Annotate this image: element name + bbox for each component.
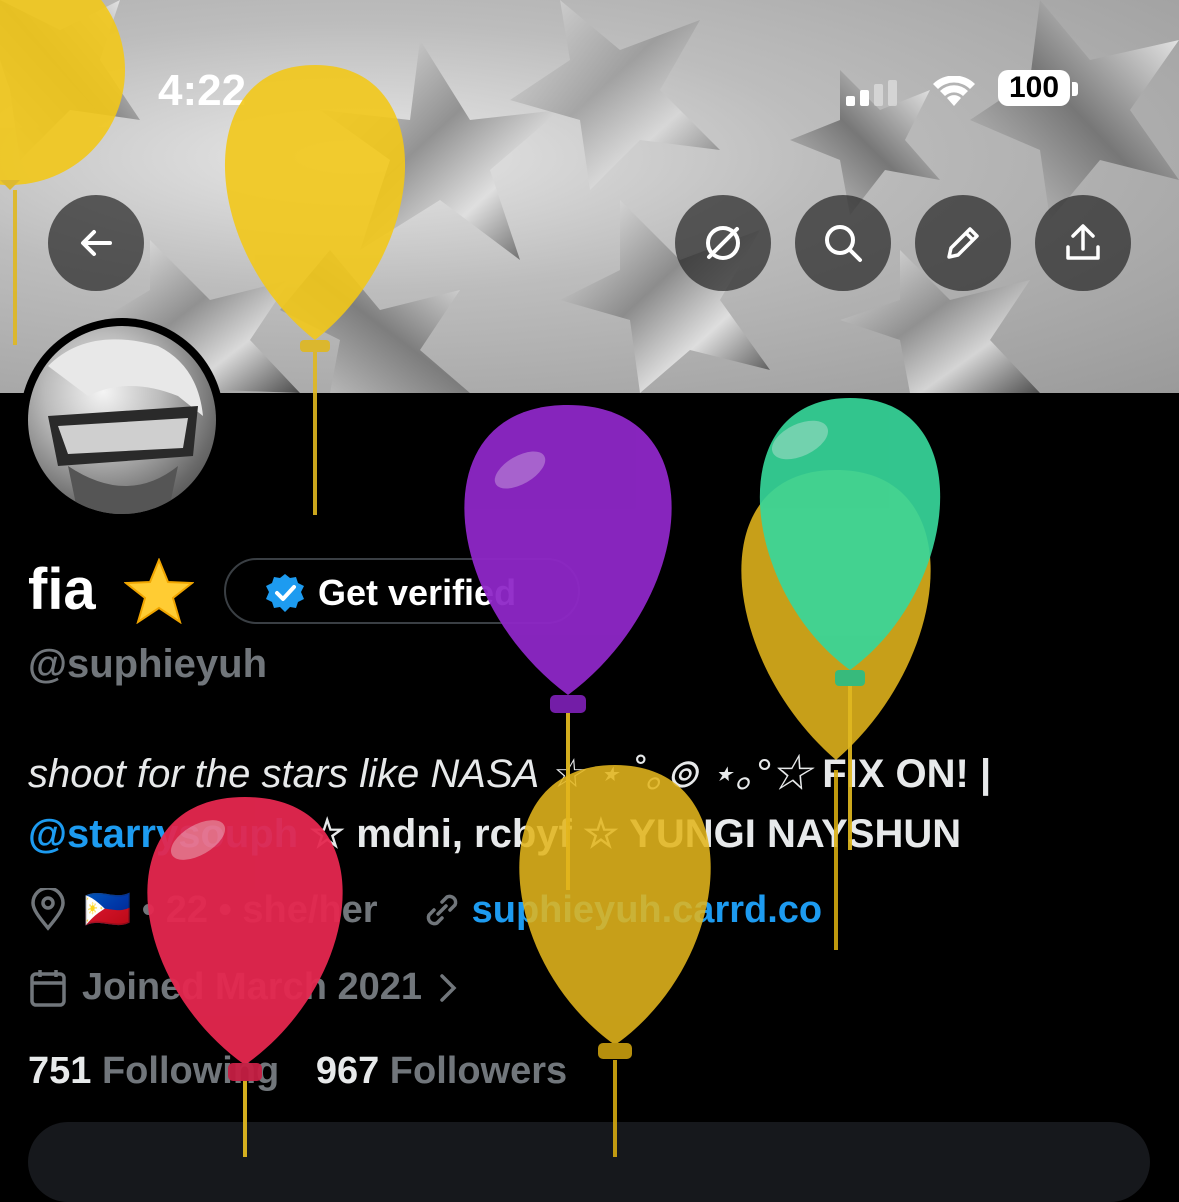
bio-bold-text: FIX ON! | bbox=[811, 752, 992, 796]
cellular-signal-icon bbox=[846, 80, 897, 106]
balloon-yellow-right bbox=[741, 470, 931, 950]
location-pin-icon bbox=[31, 888, 65, 931]
profile-avatar[interactable] bbox=[20, 318, 224, 522]
profile-bio: shoot for the stars like NASA ☆ ⋆ ˚｡⊚ ⋆｡… bbox=[28, 744, 1158, 864]
following-count: 751 bbox=[28, 1050, 92, 1092]
profile-joined-date: Joined March 2021 bbox=[82, 966, 423, 1008]
link-icon bbox=[426, 894, 457, 926]
chevron-right-icon bbox=[440, 973, 457, 1002]
circle-slash-icon bbox=[706, 226, 740, 260]
bio-mention-link[interactable]: @starrysouph bbox=[28, 812, 298, 856]
bio-line-2: @starrysouph ☆ mdni, rcbyf ☆ YUNGI NAYSH… bbox=[28, 804, 1158, 864]
pencil-icon bbox=[947, 227, 979, 259]
battery-tip bbox=[1072, 82, 1078, 96]
profile-joined-row[interactable]: Joined March 2021 bbox=[28, 966, 460, 1009]
verified-badge-icon bbox=[266, 574, 304, 612]
follow-counts: 751 Following 967 Followers bbox=[28, 1050, 567, 1093]
search-icon bbox=[825, 225, 862, 262]
share-icon bbox=[1066, 224, 1100, 260]
profile-name: fia bbox=[28, 557, 96, 622]
followers-label: Followers bbox=[389, 1050, 568, 1092]
avatar-illustration bbox=[48, 339, 203, 514]
share-button[interactable] bbox=[1035, 195, 1131, 291]
get-verified-label: Get verified bbox=[318, 572, 517, 613]
grok-button[interactable] bbox=[675, 195, 771, 291]
star-emoji-icon bbox=[124, 558, 194, 624]
back-arrow-icon bbox=[81, 230, 112, 256]
back-button[interactable] bbox=[48, 195, 144, 291]
status-bar: 4:22 100 bbox=[0, 62, 1179, 122]
wifi-icon bbox=[933, 76, 975, 106]
bio-line-2-text: ☆ mdni, rcbyf ☆ YUNGI NAYSHUN bbox=[298, 812, 962, 856]
profile-meta-row: 🇵🇭 • 22 • she/her suphieyuh.carrd.co bbox=[28, 888, 822, 932]
calendar-icon bbox=[30, 969, 66, 1007]
edit-button[interactable] bbox=[915, 195, 1011, 291]
bio-italic-text: shoot for the stars like NASA ☆ ⋆ ˚｡⊚ ⋆｡… bbox=[28, 752, 812, 796]
profile-website-link[interactable]: suphieyuh.carrd.co bbox=[472, 889, 823, 932]
battery-indicator: 100 bbox=[998, 70, 1070, 106]
followers-count: 967 bbox=[315, 1050, 380, 1092]
following-label: Following bbox=[101, 1050, 280, 1092]
profile-location: 🇵🇭 • 22 • she/her bbox=[84, 889, 378, 931]
search-button[interactable] bbox=[795, 195, 891, 291]
followers-link[interactable]: 967 Followers bbox=[316, 1050, 567, 1092]
profile-handle: @suphieyuh bbox=[28, 642, 268, 686]
status-time: 4:22 bbox=[158, 66, 247, 115]
following-link[interactable]: 751 Following bbox=[28, 1050, 279, 1092]
bio-line-1: shoot for the stars like NASA ☆ ⋆ ˚｡⊚ ⋆｡… bbox=[28, 744, 1158, 804]
avatar-image bbox=[28, 326, 216, 514]
get-verified-button[interactable]: Get verified bbox=[224, 558, 580, 624]
bottom-card[interactable] bbox=[28, 1122, 1150, 1202]
